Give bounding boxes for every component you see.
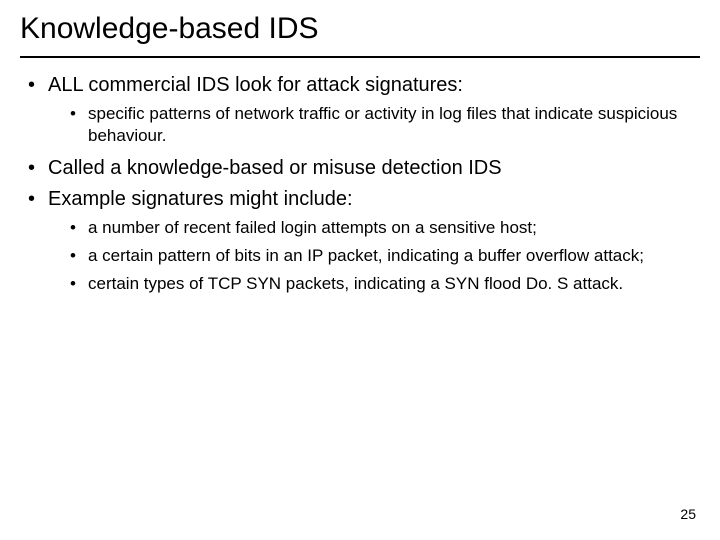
bullet-list: ALL commercial IDS look for attack signa… <box>20 72 700 295</box>
title-rule <box>20 56 700 58</box>
bullet-text: specific patterns of network traffic or … <box>88 104 677 145</box>
list-item: certain types of TCP SYN packets, indica… <box>70 273 700 295</box>
list-item: specific patterns of network traffic or … <box>70 103 700 147</box>
sub-list: a number of recent failed login attempts… <box>48 217 700 295</box>
bullet-text: certain types of TCP SYN packets, indica… <box>88 274 623 293</box>
page-number: 25 <box>680 506 696 522</box>
list-item: Example signatures might include: a numb… <box>26 186 700 295</box>
sub-list: specific patterns of network traffic or … <box>48 103 700 147</box>
list-item: ALL commercial IDS look for attack signa… <box>26 72 700 147</box>
list-item: Called a knowledge-based or misuse detec… <box>26 155 700 182</box>
slide: Knowledge-based IDS ALL commercial IDS l… <box>0 0 720 540</box>
list-item: a number of recent failed login attempts… <box>70 217 700 239</box>
bullet-text: Called a knowledge-based or misuse detec… <box>48 157 502 179</box>
bullet-text: Example signatures might include: <box>48 188 353 210</box>
bullet-text: a number of recent failed login attempts… <box>88 218 537 237</box>
slide-title: Knowledge-based IDS <box>20 12 700 52</box>
bullet-text: a certain pattern of bits in an IP packe… <box>88 246 644 265</box>
bullet-text: ALL commercial IDS look for attack signa… <box>48 74 463 96</box>
list-item: a certain pattern of bits in an IP packe… <box>70 245 700 267</box>
